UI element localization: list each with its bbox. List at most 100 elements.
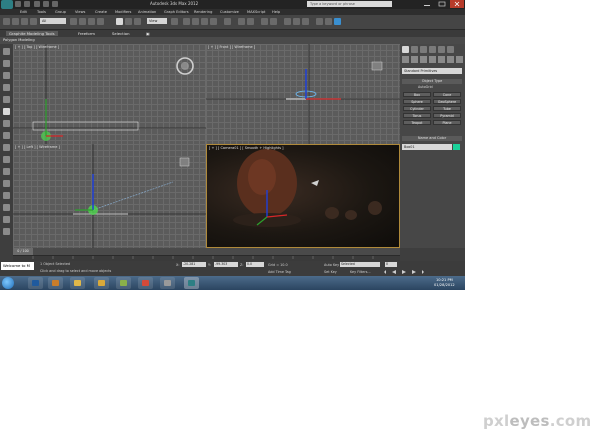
named-selection-icon[interactable] [224,18,231,25]
menu-views[interactable]: Views [75,10,85,14]
cone-button[interactable]: Cone [433,92,461,97]
y-coordinate-field[interactable]: -99.303 [214,262,238,267]
material-editor-icon[interactable] [302,18,309,25]
viewport-front-label[interactable]: [ + ] [ Front ] [ Wireframe ] [208,45,255,49]
spacewarps-icon[interactable] [447,56,454,63]
panel-polygon-modeling[interactable]: Polygon Modeling [3,38,35,42]
selected-dropdown[interactable]: Selected [340,262,380,267]
menu-create[interactable]: Create [95,10,107,14]
tool-12-icon[interactable] [3,180,10,187]
current-frame-field[interactable]: 0 [385,262,397,267]
tab-graphite-modeling-tools[interactable]: Graphite Modeling Tools [6,31,58,36]
undo-icon[interactable] [42,1,49,7]
viewport-left[interactable]: [ + ] [ Left ] [ Wireframe ] [13,144,206,248]
tool-1-icon[interactable] [3,48,10,55]
key-filters-button[interactable]: Key Filters... [350,270,371,274]
geosphere-button[interactable]: GeoSphere [433,99,461,104]
hierarchy-tab-icon[interactable] [420,46,427,53]
taskbar-app-3dsmax[interactable] [184,277,199,289]
menu-edit[interactable]: Edit [20,10,27,14]
cameras-icon[interactable] [429,56,436,63]
object-name-field[interactable]: Box01 [402,144,452,150]
maxscript-listener-field[interactable]: Welcome to M [1,262,34,270]
pyramid-button[interactable]: Pyramid [433,113,461,118]
object-category-dropdown[interactable]: Standard Primitives [402,68,462,74]
tab-selection[interactable]: Selection [112,31,130,36]
undo-icon[interactable] [3,18,10,25]
systems-icon[interactable] [456,56,463,63]
schematic-view-icon[interactable] [293,18,300,25]
tool-16-icon[interactable] [3,228,10,235]
helpers-icon[interactable] [438,56,445,63]
torus-button[interactable]: Torus [403,113,431,118]
menu-animation[interactable]: Animation [138,10,156,14]
cylinder-button[interactable]: Cylinder [403,106,431,111]
menu-customize[interactable]: Customize [220,10,239,14]
menu-graph-editors[interactable]: Graph Editors [164,10,189,14]
redo-icon[interactable] [52,1,59,7]
time-slider[interactable]: 0 / 100 [13,248,400,255]
menu-help[interactable]: Help [272,10,280,14]
new-file-icon[interactable] [15,1,21,7]
taskbar-app-explorer[interactable] [70,277,85,289]
auto-key-button[interactable]: Auto Key [324,263,339,267]
set-key-button[interactable]: Set Key [324,270,337,274]
render-production-icon[interactable] [334,18,341,25]
taskbar-app-disc[interactable] [160,277,175,289]
viewport-camera[interactable]: [ + ] [ Camera01 ] [ Smooth + Highlights… [206,144,400,248]
angle-snap-icon[interactable] [192,18,199,25]
shapes-icon[interactable] [411,56,418,63]
viewport-left-label[interactable]: [ + ] [ Left ] [ Wireframe ] [15,145,60,149]
object-type-rollout[interactable]: Object Type [402,79,462,84]
reference-coordinate-dropdown[interactable]: View [147,18,167,24]
x-coordinate-field[interactable]: -20.281 [182,262,206,267]
open-file-icon[interactable] [24,1,31,7]
z-coordinate-field[interactable]: 0.0 [246,262,264,267]
snaps-toggle-icon[interactable] [183,18,190,25]
ribbon-options-icon[interactable]: ▣ [146,31,150,36]
taskbar-app-media[interactable] [48,277,63,289]
search-input[interactable]: Type a keyword or phrase [307,1,392,7]
modify-tab-icon[interactable] [411,46,418,53]
tool-4-icon[interactable] [3,84,10,91]
tool-5-icon[interactable] [3,96,10,103]
redo-icon[interactable] [12,18,19,25]
app-menu-icon[interactable] [1,0,13,9]
taskbar-app-photos[interactable] [116,277,131,289]
menu-group[interactable]: Group [55,10,66,14]
tool-2-icon[interactable] [3,60,10,67]
taskbar-clock[interactable]: 10:21 PM 01/28/2012 [434,278,455,288]
viewport-top[interactable]: [ + ] [ Top ] [ Wireframe ] [13,44,206,144]
start-button[interactable] [2,277,14,289]
tool-7-icon[interactable] [3,120,10,127]
utilities-tab-icon[interactable] [447,46,454,53]
spinner-snap-icon[interactable] [210,18,217,25]
save-file-icon[interactable] [33,1,40,7]
motion-tab-icon[interactable] [429,46,436,53]
minimize-button[interactable] [420,0,434,8]
select-and-scale-icon[interactable] [134,18,141,25]
menu-tools[interactable]: Tools [37,10,46,14]
link-icon[interactable] [21,18,28,25]
select-object-icon[interactable] [70,18,77,25]
maximize-button[interactable] [435,0,449,8]
layer-manager-icon[interactable] [261,18,268,25]
viewport-top-label[interactable]: [ + ] [ Top ] [ Wireframe ] [15,45,59,49]
object-color-swatch[interactable] [453,144,460,150]
mirror-icon[interactable] [238,18,245,25]
viewport-camera-label[interactable]: [ + ] [ Camera01 ] [ Smooth + Highlights… [209,146,284,150]
taskbar-app-photoshop[interactable] [28,277,43,289]
window-crossing-icon[interactable] [97,18,104,25]
tool-14-icon[interactable] [3,204,10,211]
geometry-icon[interactable] [402,56,409,63]
display-tab-icon[interactable] [438,46,445,53]
curve-editor-icon[interactable] [284,18,291,25]
tool-3-icon[interactable] [3,72,10,79]
tool-13-icon[interactable] [3,192,10,199]
teapot-button[interactable]: Teapot [403,120,431,125]
autogrid-checkbox[interactable]: AutoGrid [418,85,433,89]
unlink-icon[interactable] [30,18,37,25]
render-setup-icon[interactable] [316,18,323,25]
rectangular-selection-icon[interactable] [88,18,95,25]
box-button[interactable]: Box [403,92,431,97]
